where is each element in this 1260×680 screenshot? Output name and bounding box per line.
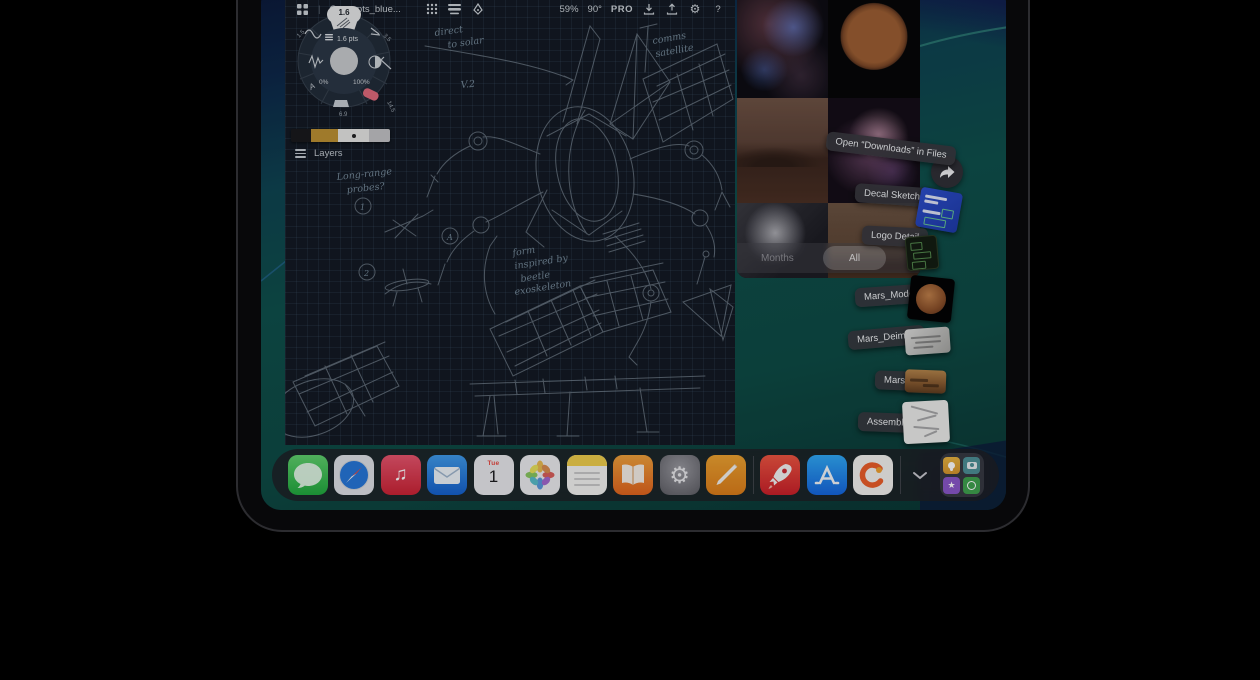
dock-app-mail[interactable] [427, 455, 467, 495]
drag-label-open-downloads[interactable]: Open “Downloads” in Files [825, 131, 956, 166]
dock-app-safari[interactable] [334, 455, 374, 495]
dock-divider [753, 456, 754, 494]
drag-thumb-assembly[interactable] [902, 400, 950, 444]
dock-app-sketch[interactable] [706, 455, 746, 495]
drag-thumb-decal-sketches[interactable] [915, 187, 963, 234]
dock-app-notes[interactable] [567, 455, 607, 495]
dock-app-music[interactable]: ♫ [381, 455, 421, 495]
dock-app-library[interactable]: ★ [940, 453, 984, 497]
dock-collapse-button[interactable] [907, 455, 933, 495]
drag-thumb-mars-deimos[interactable] [904, 326, 951, 355]
dock-app-calendar[interactable]: Tue 1 [474, 455, 514, 495]
drag-layer: Open “Downloads” in Files Decal Sketches… [261, 0, 1006, 510]
dock-app-appstore[interactable] [807, 455, 847, 495]
dock-app-messages[interactable] [288, 455, 328, 495]
calendar-day: 1 [474, 467, 514, 487]
dock-app-settings[interactable]: ⚙ [660, 455, 700, 495]
dock-app-books[interactable] [613, 455, 653, 495]
tips-mini-icon [943, 457, 960, 474]
drag-thumb-logo-detail[interactable] [905, 235, 940, 272]
ipad-screen: direct to solar comms satellite V.2 Long… [261, 0, 1006, 510]
calendar-weekday: Tue [474, 460, 514, 467]
drag-thumb-mars[interactable] [905, 369, 947, 393]
share-arrow-icon [938, 164, 956, 180]
camera-mini-icon [963, 457, 980, 474]
dock: ♫ Tue 1 [272, 449, 999, 501]
chevron-down-icon [912, 471, 928, 480]
clock-mini-icon [963, 477, 980, 494]
drag-thumb-mars-model[interactable] [907, 275, 955, 323]
star-mini-icon: ★ [943, 477, 960, 494]
dock-app-photos[interactable] [520, 455, 560, 495]
dock-app-concepts[interactable] [853, 455, 893, 495]
dock-app-rocket[interactable] [760, 455, 800, 495]
stage: { "concepts": { "toolbar": { "title": "C… [0, 0, 1260, 680]
dock-divider-2 [900, 456, 901, 494]
